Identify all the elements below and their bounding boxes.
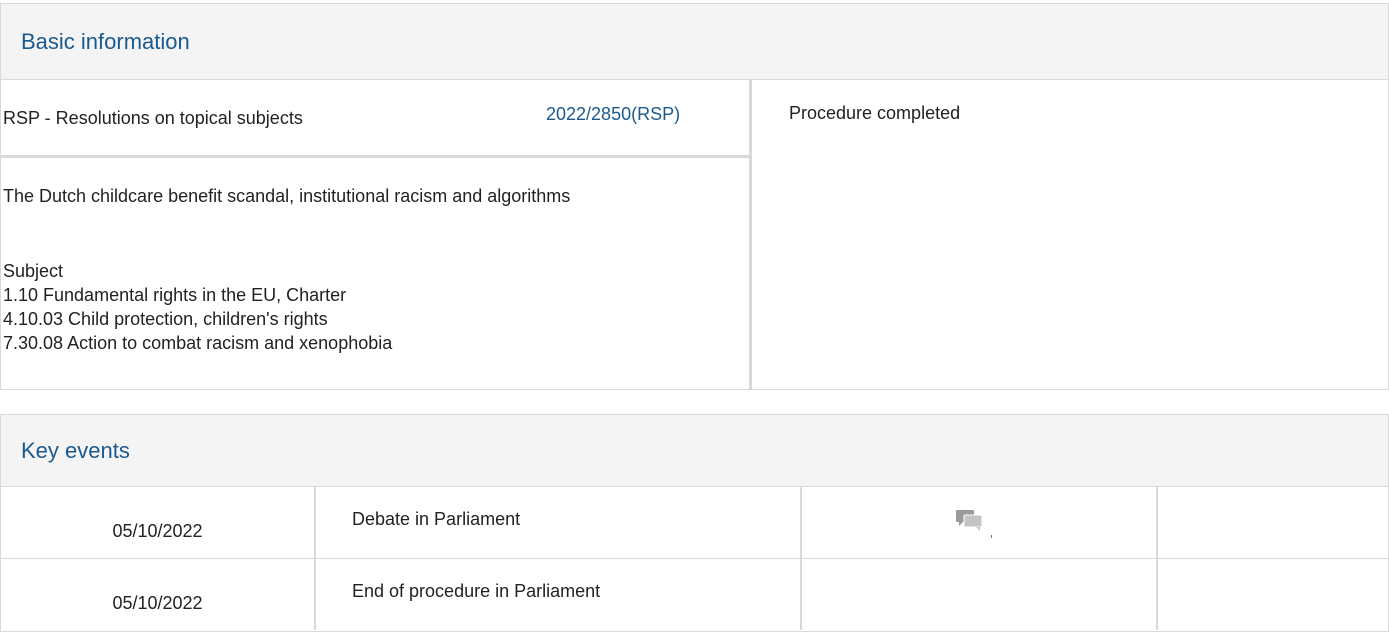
key-events-header: Key events <box>1 415 1388 487</box>
event-name: End of procedure in Parliament <box>352 581 601 601</box>
procedure-status: Procedure completed <box>789 103 961 123</box>
event-date: 05/10/2022 <box>112 593 203 613</box>
subject-item: 4.10.03 Child protection, children's rig… <box>3 309 328 329</box>
event-documents-cell <box>1158 487 1388 558</box>
procedure-details: RSP - Resolutions on topical subjects 20… <box>1 80 752 389</box>
event-name-cell: Debate in Parliament <box>316 487 802 558</box>
event-row: 05/10/2022 End of procedure in Parliamen… <box>1 559 1388 630</box>
event-row: 05/10/2022 Debate in Parliament <box>1 487 1388 559</box>
event-date-cell: 05/10/2022 <box>1 559 316 630</box>
basic-information-panel: Basic information RSP - Resolutions on t… <box>0 3 1389 390</box>
event-date: 05/10/2022 <box>112 521 203 541</box>
key-events-heading: Key events <box>21 437 130 463</box>
basic-information-header: Basic information <box>1 4 1388 80</box>
debate-icon[interactable] <box>954 508 994 538</box>
subject-item: 7.30.08 Action to combat racism and xeno… <box>3 333 393 353</box>
event-name-cell: End of procedure in Parliament <box>316 559 802 630</box>
procedure-status-column: Procedure completed <box>752 80 1388 389</box>
event-name: Debate in Parliament <box>352 509 521 529</box>
key-events-panel: Key events 05/10/2022 Debate in Parliame… <box>0 414 1389 632</box>
event-icon-cell <box>802 559 1158 630</box>
procedure-type: RSP - Resolutions on topical subjects <box>3 108 303 128</box>
key-events-table: 05/10/2022 Debate in Parliament 05/10/20… <box>1 487 1388 630</box>
event-documents-cell <box>1158 559 1388 630</box>
procedure-type-row: RSP - Resolutions on topical subjects 20… <box>1 80 749 158</box>
basic-information-heading: Basic information <box>21 28 190 54</box>
subject-label: Subject <box>3 261 64 281</box>
procedure-reference-link[interactable]: 2022/2850(RSP) <box>546 104 680 125</box>
procedure-title: The Dutch childcare benefit scandal, ins… <box>3 186 571 206</box>
event-icon-cell <box>802 487 1158 558</box>
subject-list: Subject 1.10 Fundamental rights in the E… <box>3 259 392 355</box>
basic-information-body: RSP - Resolutions on topical subjects 20… <box>1 80 1388 389</box>
subject-item: 1.10 Fundamental rights in the EU, Chart… <box>3 285 347 305</box>
event-date-cell: 05/10/2022 <box>1 487 316 558</box>
